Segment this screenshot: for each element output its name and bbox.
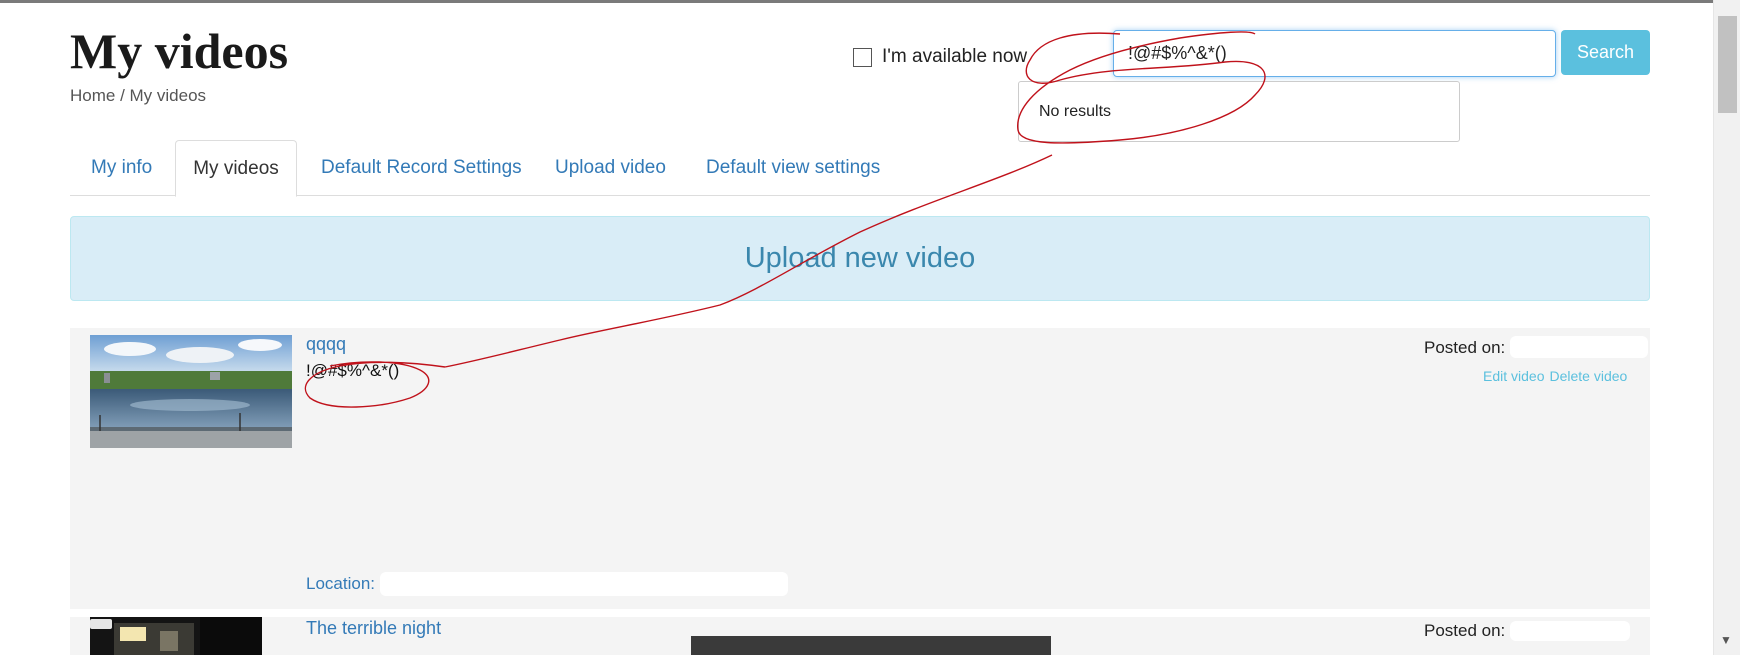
no-results-text: No results [1039, 102, 1112, 120]
video-description: !@#$%^&*() [306, 361, 400, 380]
breadcrumb[interactable]: Home / My videos [70, 86, 206, 106]
tab-my-info[interactable]: My info [91, 140, 152, 196]
video-thumbnail[interactable] [90, 617, 262, 655]
redacted-location [380, 572, 788, 596]
vertical-scrollbar[interactable]: ▼ [1713, 0, 1740, 655]
search-input[interactable]: !@#$%^&*() [1113, 30, 1556, 77]
page-title: My videos [70, 23, 289, 79]
search-results-dropdown: No results [1018, 81, 1460, 142]
overlay-bar [691, 636, 1051, 655]
upload-new-video-button[interactable]: Upload new video [70, 216, 1650, 301]
river-landscape-image [90, 335, 292, 448]
tab-bar: My info My videos Default Record Setting… [70, 140, 1650, 197]
availability-checkbox[interactable] [853, 47, 872, 67]
top-border [0, 0, 1740, 3]
availability-label: I'm available now [882, 46, 1028, 67]
edit-video-link[interactable]: Edit video [1483, 368, 1544, 384]
scrollbar-thumb[interactable] [1718, 16, 1737, 113]
delete-video-link[interactable]: Delete video [1549, 368, 1627, 384]
tab-default-record-settings[interactable]: Default Record Settings [321, 140, 522, 196]
night-scene-image [90, 617, 262, 655]
search-button[interactable]: Search [1561, 30, 1650, 75]
posted-on-label: Posted on: [1424, 338, 1506, 357]
video-thumbnail[interactable] [90, 335, 292, 448]
availability-toggle[interactable]: I'm available now [853, 46, 1027, 68]
video-title-link[interactable]: The terrible night [306, 618, 441, 639]
search-query: !@#$%^&*() [1128, 43, 1227, 63]
tab-my-videos[interactable]: My videos [175, 140, 297, 197]
video-row: qqqq !@#$%^&*() Location: Posted on: Edi… [70, 328, 1650, 609]
redacted-date [1510, 336, 1648, 358]
redacted-date [1510, 621, 1630, 641]
scroll-down-arrow-icon[interactable]: ▼ [1720, 633, 1732, 647]
posted-on-label: Posted on: [1424, 621, 1506, 640]
video-actions: Edit video Delete video [1483, 368, 1627, 384]
tab-upload-video[interactable]: Upload video [555, 140, 666, 196]
video-location: Location: [306, 574, 375, 593]
tab-default-view-settings[interactable]: Default view settings [706, 140, 880, 196]
video-title-link[interactable]: qqqq [306, 334, 346, 355]
